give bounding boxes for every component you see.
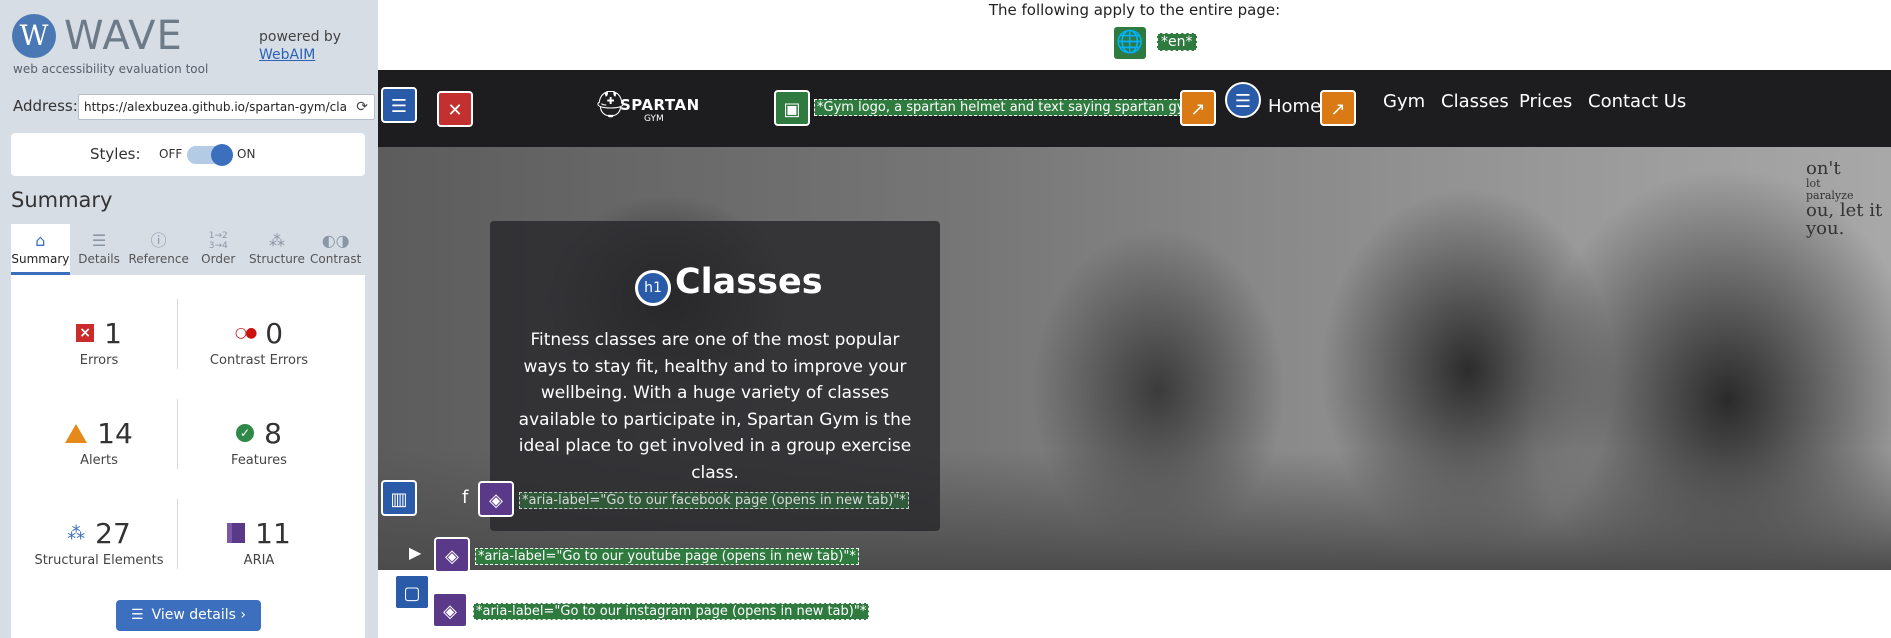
list-structure-icon[interactable]: ☰ (1225, 82, 1261, 118)
redundant-link-alert-icon[interactable]: ↗ (1180, 90, 1216, 126)
wave-logo-text: WAVE (64, 13, 183, 59)
contrast-errors-count: 0 (265, 316, 284, 350)
youtube-aria-label: *aria-label="Go to our youtube page (ope… (475, 548, 859, 565)
nav-classes[interactable]: Classes (1441, 91, 1509, 112)
wave-tagline: web accessibility evaluation tool (13, 62, 209, 76)
features-count: 8 (264, 416, 282, 450)
wave-logo-icon: W (12, 14, 56, 58)
features-label: Features (231, 453, 287, 468)
info-icon: ⓘ (150, 231, 167, 250)
styles-toggle-panel: Styles: OFF ON (11, 133, 365, 176)
wall-text-line: you. (1806, 218, 1845, 239)
wave-sidebar: W WAVE web accessibility evaluation tool… (0, 0, 378, 638)
toggle-knob (211, 144, 233, 166)
structure-icon: ⁂ (268, 231, 285, 250)
nav-prices[interactable]: Prices (1519, 91, 1572, 112)
powered-by-text: powered by (259, 29, 342, 45)
styles-off-label: OFF (159, 147, 183, 161)
list-icon: ☰ (131, 607, 144, 623)
tab-label: Contrast (310, 252, 362, 266)
feature-icon: ✓ (236, 424, 255, 442)
structure-icon: ⁂ (67, 522, 86, 544)
address-row: Address: https://alexbuzea.github.io/spa… (13, 94, 375, 120)
address-value: https://alexbuzea.github.io/spartan-gym/… (84, 100, 347, 114)
wall-text-line: on't (1806, 158, 1841, 179)
stat-alerts[interactable]: 14 Alerts (19, 415, 179, 468)
tab-label: Order (201, 252, 236, 266)
facebook-icon[interactable]: f (462, 487, 468, 508)
webaim-link[interactable]: WebAIM (259, 46, 341, 64)
redundant-link-alert-icon[interactable]: ↗ (1320, 90, 1356, 126)
styles-toggle[interactable] (187, 144, 233, 166)
tab-label: Details (78, 252, 120, 266)
aria-count: 11 (255, 516, 291, 550)
h1-heading-icon[interactable]: h1 (635, 270, 671, 306)
tab-label: Reference (128, 252, 189, 266)
address-input[interactable]: https://alexbuzea.github.io/spartan-gym/… (78, 94, 375, 120)
error-icon[interactable]: ✕ (437, 91, 473, 127)
logo-alt-label: *Gym logo, a spartan helmet and text say… (814, 99, 1207, 116)
styles-label: Styles: (90, 145, 141, 163)
address-label: Address: (13, 97, 78, 115)
structural-label: Structural Elements (34, 553, 164, 568)
tab-label: Summary (11, 252, 70, 266)
wave-tabs: ⌂ Summary ☰ Details ⓘ Reference 1→2 3→4 O… (11, 224, 365, 275)
nav-gym[interactable]: Gym (1383, 91, 1425, 112)
errors-count: 1 (104, 316, 122, 350)
tab-summary[interactable]: ⌂ Summary (11, 224, 70, 275)
summary-panel: × 1 Errors ○● 0 Contrast Errors 14 Alerts … (11, 275, 365, 638)
brand-sub: GYM (644, 114, 664, 124)
structure-header-icon[interactable]: ☰ (381, 87, 417, 123)
facebook-aria-label: *aria-label="Go to our facebook page (op… (519, 492, 909, 509)
tab-label: Structure (249, 252, 305, 266)
contrast-error-icon: ○● (234, 325, 257, 341)
language-label: *en* (1157, 33, 1197, 51)
view-details-label: View details › (151, 607, 246, 623)
aria-label-icon[interactable]: ◈ (432, 592, 468, 628)
nav-home[interactable]: Home (1268, 96, 1321, 117)
view-details-button[interactable]: ☰ View details › (116, 600, 261, 631)
styles-on-label: ON (237, 147, 256, 161)
footer-structure-icon[interactable]: ▢ (394, 574, 430, 610)
nav-contact-us[interactable]: Contact Us (1588, 91, 1686, 112)
tab-order[interactable]: 1→2 3→4 Order (189, 224, 248, 275)
error-icon: × (76, 324, 95, 342)
page-wide-note: The following apply to the entire page: (988, 1, 1281, 19)
structural-count: 27 (95, 516, 131, 550)
alerts-count: 14 (97, 416, 133, 450)
hero-title: Classes (675, 262, 823, 302)
list-icon: ☰ (91, 231, 107, 250)
contrast-icon: ◐◑ (321, 231, 350, 250)
aria-label-icon[interactable]: ◈ (478, 481, 514, 517)
stat-aria[interactable]: 11 ARIA (179, 515, 339, 568)
powered-by: powered by WebAIM (259, 28, 341, 64)
stat-errors[interactable]: × 1 Errors (19, 315, 179, 368)
tab-reference[interactable]: ⓘ Reference (128, 224, 188, 275)
summary-heading: Summary (11, 188, 113, 212)
alert-icon (65, 423, 88, 443)
youtube-icon[interactable]: ▶ (409, 543, 421, 562)
tab-contrast[interactable]: ◐◑ Contrast (306, 224, 365, 275)
stat-contrast-errors[interactable]: ○● 0 Contrast Errors (179, 315, 339, 369)
tab-details[interactable]: ☰ Details (70, 224, 129, 275)
errors-label: Errors (79, 353, 119, 368)
instagram-aria-label: *aria-label="Go to our instagram page (o… (473, 603, 870, 620)
order-icon: 1→2 3→4 (208, 231, 228, 251)
tab-structure[interactable]: ⁂ Structure (248, 224, 307, 275)
aria-icon (227, 523, 246, 543)
aria-label: ARIA (243, 553, 275, 568)
hero-description: Fitness classes are one of the most popu… (518, 330, 912, 483)
stat-structural[interactable]: ⁂ 27 Structural Elements (19, 515, 179, 569)
aria-label-icon[interactable]: ◈ (434, 537, 470, 573)
wall-text: on't lot paralyze ou, let it you. (1806, 160, 1882, 238)
image-alt-feature-icon[interactable]: ▣ (774, 90, 810, 126)
alerts-label: Alerts (80, 453, 118, 468)
stat-features[interactable]: ✓ 8 Features (179, 415, 339, 469)
reload-icon[interactable]: ⟳ (356, 99, 368, 115)
language-globe-icon[interactable]: 🌐 (1114, 27, 1146, 59)
brand-name: SPARTAN (620, 96, 700, 114)
home-icon: ⌂ (35, 231, 46, 250)
footer-structure-icon[interactable]: ▥ (381, 480, 417, 516)
contrast-errors-label: Contrast Errors (209, 353, 309, 368)
